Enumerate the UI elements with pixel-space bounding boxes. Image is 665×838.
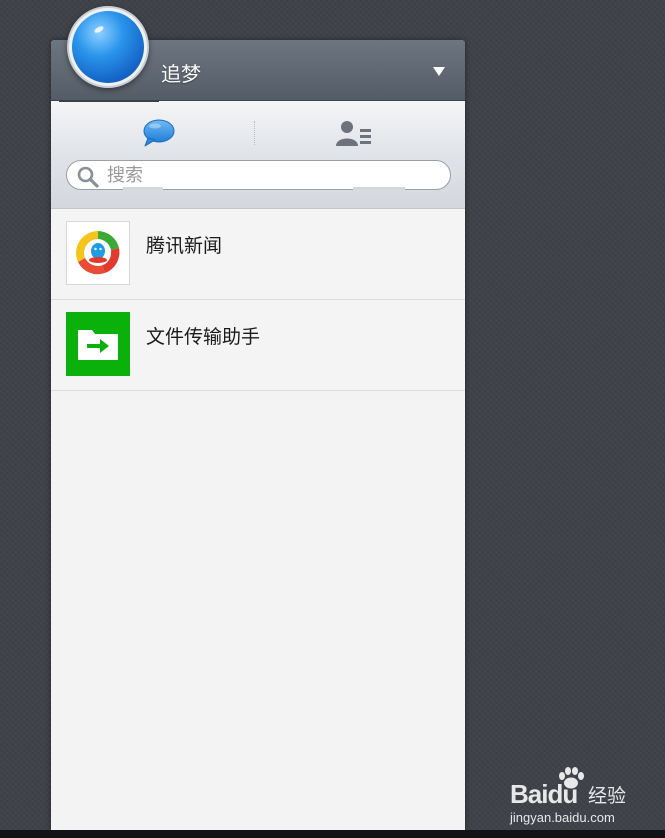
file-transfer-icon: [66, 312, 130, 376]
conversation-name: 文件传输助手: [146, 326, 261, 348]
chat-panel: 追梦 搜索 腾讯新闻 文件传输助手: [51, 40, 465, 832]
watermark-url: jingyan.baidu.com: [510, 810, 615, 825]
bottom-bar: [0, 830, 665, 838]
search-icon: [77, 166, 99, 188]
avatar-underline: [59, 100, 159, 102]
search-area: [51, 159, 465, 209]
profile-name: 追梦: [161, 62, 201, 86]
avatar-image: [72, 11, 144, 83]
tab-chats[interactable]: [51, 101, 255, 153]
menu-dropdown-arrow-icon[interactable]: [433, 67, 445, 76]
avatar-glint: [93, 24, 105, 35]
search-box-edge: [123, 187, 163, 190]
avatar[interactable]: [67, 6, 149, 88]
tencent-news-icon: [66, 221, 130, 285]
tab-bar: [51, 101, 465, 159]
conversation-item-tencent-news[interactable]: 腾讯新闻: [51, 209, 465, 300]
search-box-edge: [353, 187, 405, 190]
search-box[interactable]: [66, 160, 451, 190]
conversation-item-file-transfer[interactable]: 文件传输助手: [51, 300, 465, 391]
contacts-icon: [336, 121, 371, 146]
watermark-brand: Baidu: [510, 779, 578, 809]
chat-bubble-icon: [143, 119, 175, 147]
search-input[interactable]: [107, 161, 437, 189]
tab-contacts[interactable]: [257, 101, 461, 153]
tab-divider: [254, 121, 255, 145]
conversation-name: 腾讯新闻: [146, 235, 223, 257]
conversation-list: 腾讯新闻 文件传输助手: [51, 209, 465, 391]
baidu-jingyan-watermark: Baidu 经验 jingyan.baidu.com: [508, 765, 648, 825]
watermark-label: 经验: [588, 785, 627, 807]
